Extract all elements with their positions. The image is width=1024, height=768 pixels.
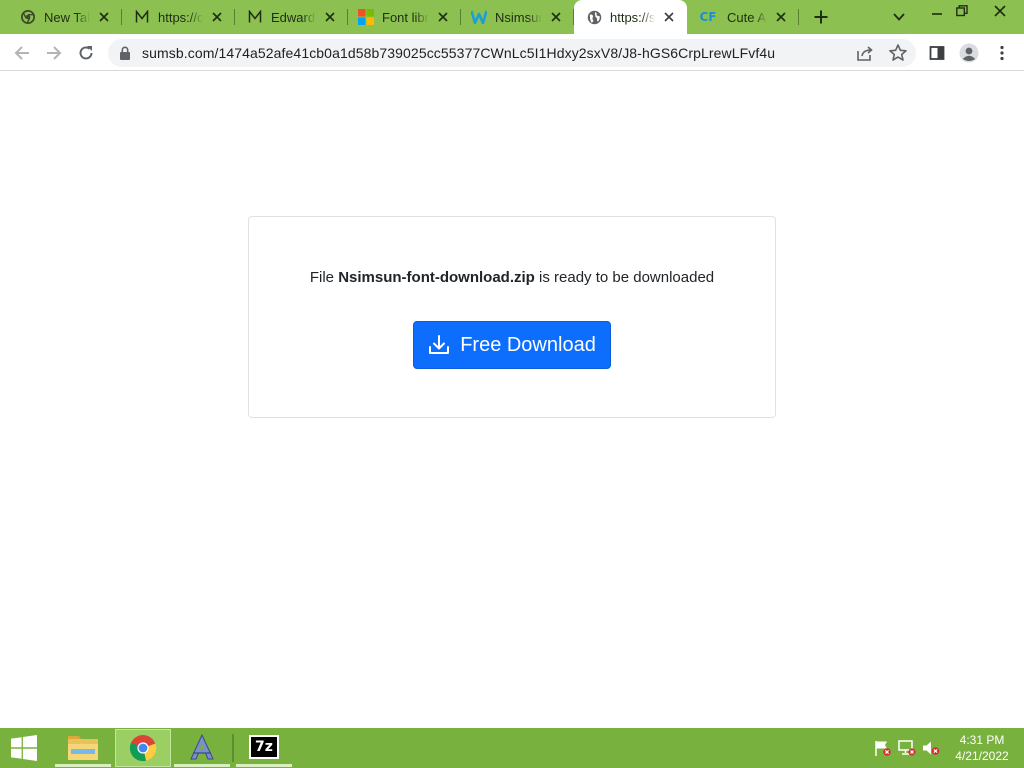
- browser-toolbar: sumsb.com/1474a52afe41cb0a1d58b739025cc5…: [0, 34, 1024, 71]
- tab-sumsb-active[interactable]: https://s: [574, 0, 687, 34]
- chrome-icon: [129, 735, 157, 762]
- taskbar-file-explorer[interactable]: [55, 729, 111, 767]
- tab-title: Edwardia: [271, 9, 316, 25]
- tab-cute-ani[interactable]: CF Cute Ani: [687, 0, 799, 34]
- reload-button[interactable]: [72, 39, 100, 67]
- close-icon[interactable]: [548, 9, 564, 25]
- file-suffix: is ready to be downloaded: [539, 269, 715, 286]
- avatar-icon: [959, 43, 979, 63]
- taskbar-7zip[interactable]: 7z: [236, 729, 292, 767]
- windows-logo-icon: [11, 735, 37, 761]
- new-tab-button[interactable]: [808, 5, 834, 29]
- w-logo-icon: [471, 9, 487, 25]
- tab-strip: New Tab https://c Edwardia Font libr: [0, 0, 1024, 34]
- tab-title: Font libr: [382, 9, 429, 25]
- clock-time: 4:31 PM: [959, 733, 1005, 747]
- profile-button[interactable]: [955, 39, 983, 67]
- forward-button[interactable]: [40, 39, 68, 67]
- tab-search-button[interactable]: [887, 5, 911, 29]
- restore-icon: [956, 5, 968, 17]
- reload-icon: [79, 46, 93, 60]
- more-vert-icon: [1000, 45, 1004, 61]
- 7zip-icon: 7z: [249, 734, 279, 759]
- free-download-button[interactable]: Free Download: [413, 321, 611, 369]
- medium-m-icon: [247, 9, 263, 25]
- start-button[interactable]: [0, 728, 48, 768]
- download-icon: [429, 335, 450, 354]
- side-panel-button[interactable]: [923, 39, 951, 67]
- download-label: Free Download: [460, 333, 596, 356]
- chevron-down-icon: [893, 13, 905, 21]
- cf-logo-icon: CF: [699, 10, 717, 24]
- tab-title: Nsimsun: [495, 9, 542, 25]
- minimize-icon: [932, 13, 942, 15]
- close-icon[interactable]: [435, 9, 451, 25]
- close-icon: [994, 5, 1006, 17]
- close-icon[interactable]: [773, 9, 789, 25]
- close-icon[interactable]: [209, 9, 225, 25]
- volume-muted-icon[interactable]: [922, 740, 940, 756]
- file-explorer-icon: [68, 735, 98, 760]
- arrow-left-icon: [14, 46, 29, 60]
- taskbar: 7z 4:31 PM 4/21/2022: [0, 728, 1024, 768]
- tab-nsimsun[interactable]: Nsimsun: [461, 0, 574, 34]
- system-clock[interactable]: 4:31 PM 4/21/2022: [946, 732, 1018, 764]
- url-text[interactable]: sumsb.com/1474a52afe41cb0a1d58b739025cc5…: [142, 45, 775, 61]
- tab-medium-1[interactable]: https://c: [122, 0, 235, 34]
- taskbar-font-app[interactable]: [174, 729, 230, 767]
- tab-title: New Tab: [44, 9, 90, 25]
- tab-title: https://s: [610, 9, 655, 25]
- lock-icon[interactable]: [119, 46, 131, 60]
- medium-m-icon: [134, 9, 150, 25]
- close-icon[interactable]: [322, 9, 338, 25]
- side-panel-icon: [929, 46, 945, 60]
- back-button[interactable]: [8, 39, 36, 67]
- tab-title: https://c: [158, 9, 203, 25]
- file-name: Nsimsun-font-download.zip: [338, 269, 535, 286]
- plus-icon: [814, 10, 828, 24]
- tab-new-tab[interactable]: New Tab: [0, 0, 122, 34]
- microsoft-icon: [358, 9, 374, 25]
- star-icon[interactable]: [888, 43, 908, 63]
- taskbar-divider: [232, 734, 234, 762]
- network-icon[interactable]: [898, 740, 916, 756]
- tab-medium-2[interactable]: Edwardia: [235, 0, 348, 34]
- address-bar[interactable]: sumsb.com/1474a52afe41cb0a1d58b739025cc5…: [108, 39, 916, 67]
- close-icon[interactable]: [661, 9, 677, 25]
- arrow-right-icon: [47, 46, 62, 60]
- taskbar-chrome[interactable]: [115, 729, 171, 767]
- font-app-icon: [190, 733, 214, 759]
- menu-button[interactable]: [988, 39, 1016, 67]
- tab-title: Cute Ani: [727, 9, 767, 25]
- close-icon[interactable]: [96, 9, 112, 25]
- download-card: File Nsimsun-font-download.zip is ready …: [248, 216, 776, 418]
- globe-icon: [586, 9, 602, 25]
- tab-separator: [798, 9, 799, 25]
- close-window-button[interactable]: [984, 0, 1016, 22]
- chrome-icon: [20, 9, 36, 25]
- clock-date: 4/21/2022: [955, 749, 1009, 763]
- file-ready-message: File Nsimsun-font-download.zip is ready …: [249, 269, 775, 286]
- share-icon[interactable]: [856, 44, 874, 62]
- tab-font-library[interactable]: Font libr: [348, 0, 461, 34]
- action-center-flag-icon[interactable]: [874, 740, 892, 756]
- restore-button[interactable]: [946, 0, 978, 22]
- file-prefix: File: [309, 269, 335, 286]
